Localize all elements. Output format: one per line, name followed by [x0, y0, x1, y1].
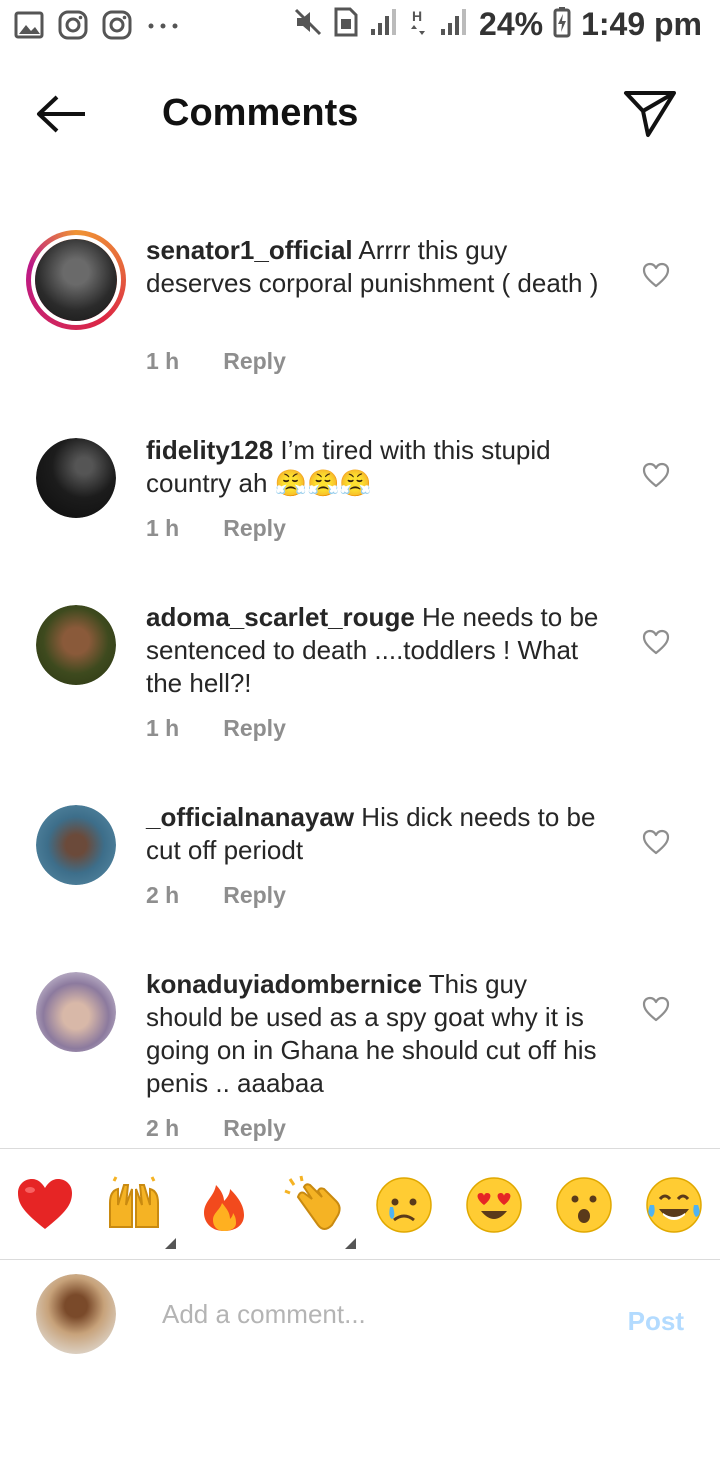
comment-input[interactable] [162, 1292, 592, 1336]
clapping-hands-icon [284, 1175, 341, 1230]
comment-meta: 2 h Reply [146, 1115, 286, 1142]
like-heart-icon[interactable] [642, 262, 670, 288]
reaction-button[interactable] [644, 1175, 704, 1235]
direct-send-icon [623, 89, 677, 144]
share-button[interactable] [620, 86, 680, 146]
sim-icon [333, 7, 359, 42]
current-user-avatar [36, 1274, 116, 1354]
avatar[interactable] [26, 230, 126, 330]
comment-time: 1 h [146, 515, 180, 541]
signal-icon [439, 7, 469, 42]
comment-composer: Post [0, 1260, 720, 1380]
avatar-image [36, 972, 116, 1052]
comment-text: konaduyiadombernice This guy should be u… [146, 968, 606, 1100]
like-heart-icon[interactable] [642, 829, 670, 855]
like-heart-icon[interactable] [642, 462, 670, 488]
avatar-image [35, 239, 117, 321]
tears-of-joy-icon [646, 1177, 702, 1233]
variants-indicator-icon [345, 1238, 356, 1249]
comments-list[interactable]: senator1_official Arrrr this guy deserve… [0, 222, 720, 1148]
quick-reactions-bar [0, 1148, 720, 1260]
raising-hands-icon [109, 1176, 159, 1228]
reaction-button[interactable] [194, 1175, 254, 1235]
reply-button[interactable]: Reply [223, 348, 286, 374]
gallery-icon [14, 10, 44, 45]
signal-icon [369, 7, 399, 42]
avatar[interactable] [36, 605, 116, 685]
like-heart-icon[interactable] [642, 996, 670, 1022]
comment-item: _officialnanayaw His dick needs to be cu… [0, 789, 720, 956]
mute-icon [293, 7, 323, 42]
comment-time: 1 h [146, 348, 180, 374]
instagram-icon [102, 10, 132, 45]
more-dots-icon [146, 10, 180, 45]
comment-username[interactable]: _officialnanayaw [146, 802, 354, 832]
arrow-left-icon [35, 94, 89, 139]
red-heart-icon [18, 1179, 72, 1229]
comment-text: fidelity128 I’m tired with this stupid c… [146, 434, 606, 500]
avatar[interactable] [36, 805, 116, 885]
avatar-image [36, 605, 116, 685]
reply-button[interactable]: Reply [223, 715, 286, 741]
comment-time: 2 h [146, 1115, 180, 1141]
comment-meta: 1 h Reply [146, 715, 286, 742]
comment-item: konaduyiadombernice This guy should be u… [0, 956, 720, 1148]
svg-text:H: H [412, 8, 422, 24]
comment-meta: 1 h Reply [146, 348, 286, 375]
comment-time: 2 h [146, 882, 180, 908]
comment-text: adoma_scarlet_rouge He needs to be sente… [146, 601, 606, 700]
reaction-button[interactable] [104, 1175, 176, 1249]
reply-button[interactable]: Reply [223, 1115, 286, 1141]
instagram-icon [58, 10, 88, 45]
status-bar: H 24% 1:49 pm [0, 0, 720, 56]
reaction-button[interactable] [554, 1175, 614, 1235]
fire-icon [204, 1185, 244, 1231]
notification-icons [14, 10, 180, 45]
variants-indicator-icon [165, 1238, 176, 1249]
avatar-image [36, 805, 116, 885]
comment-text: senator1_official Arrrr this guy deserve… [146, 234, 606, 300]
battery-charging-icon [553, 6, 571, 43]
surprised-face-icon [556, 1177, 612, 1233]
avatar[interactable] [36, 972, 116, 1052]
comment-item: senator1_official Arrrr this guy deserve… [0, 222, 720, 422]
clock: 1:49 pm [581, 6, 702, 42]
avatar-image [36, 1274, 116, 1354]
like-heart-icon[interactable] [642, 629, 670, 655]
comment-item: adoma_scarlet_rouge He needs to be sente… [0, 589, 720, 789]
hplus-data-icon: H [409, 7, 429, 42]
header: Comments [0, 56, 720, 176]
reply-button[interactable]: Reply [223, 882, 286, 908]
avatar-image [36, 438, 116, 518]
comment-time: 1 h [146, 715, 180, 741]
avatar[interactable] [36, 438, 116, 518]
system-status: H 24% 1:49 pm [293, 6, 702, 43]
comment-username[interactable]: adoma_scarlet_rouge [146, 602, 415, 632]
heart-eyes-icon [466, 1177, 522, 1233]
reaction-button[interactable] [464, 1175, 524, 1235]
reaction-button[interactable] [284, 1175, 356, 1249]
comment-item: fidelity128 I’m tired with this stupid c… [0, 422, 720, 589]
comment-meta: 2 h Reply [146, 882, 286, 909]
reaction-button[interactable] [15, 1175, 75, 1235]
comment-username[interactable]: konaduyiadombernice [146, 969, 422, 999]
reply-button[interactable]: Reply [223, 515, 286, 541]
crying-face-icon [376, 1177, 432, 1233]
comment-username[interactable]: senator1_official [146, 235, 353, 265]
back-button[interactable] [30, 88, 94, 144]
comment-text: _officialnanayaw His dick needs to be cu… [146, 801, 606, 867]
page-title: Comments [162, 92, 359, 134]
comment-meta: 1 h Reply [146, 515, 286, 542]
post-button[interactable]: Post [628, 1306, 684, 1337]
reaction-button[interactable] [374, 1175, 434, 1235]
comment-username[interactable]: fidelity128 [146, 435, 273, 465]
battery-percent: 24% [479, 6, 544, 42]
